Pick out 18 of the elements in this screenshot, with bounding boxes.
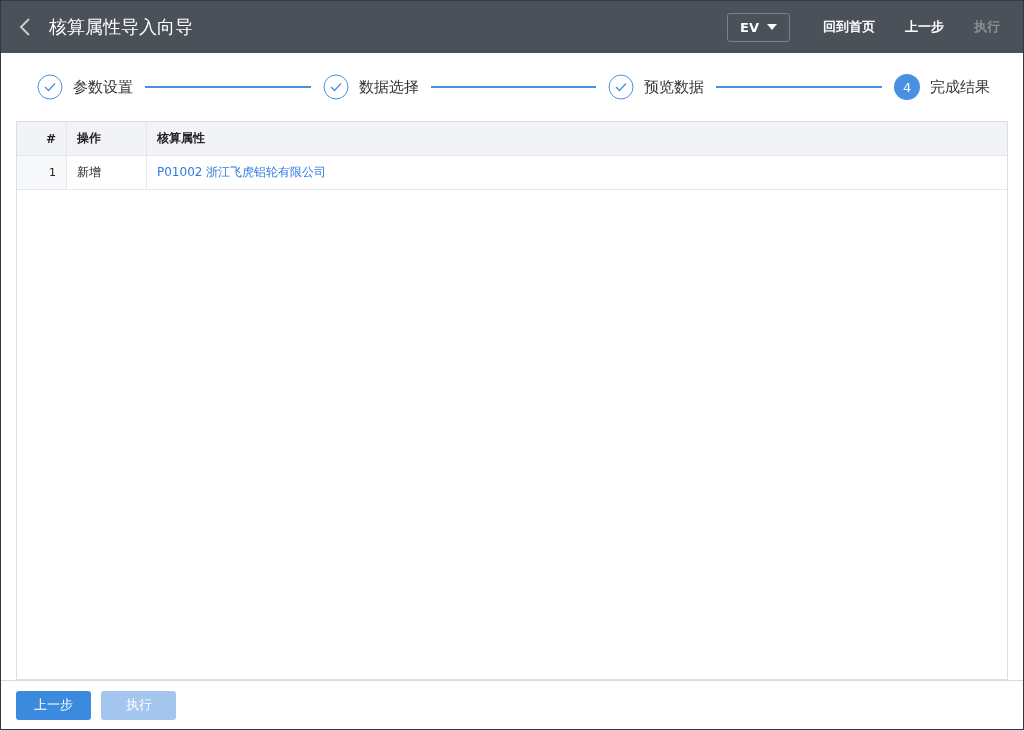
column-header: 操作 bbox=[67, 122, 147, 155]
column-header: # bbox=[17, 122, 67, 155]
step-label: 完成结果 bbox=[930, 77, 990, 97]
back-icon[interactable] bbox=[19, 17, 31, 37]
window-title: 核算属性导入向导 bbox=[49, 15, 193, 39]
header-action[interactable]: 回到首页 bbox=[812, 12, 886, 42]
attribute-link[interactable]: P01002 浙江飞虎铝轮有限公司 bbox=[147, 156, 1007, 189]
step-label: 参数设置 bbox=[73, 77, 133, 97]
caret-icon bbox=[767, 24, 777, 30]
step-label: 预览数据 bbox=[644, 77, 705, 97]
header-action[interactable]: 上一步 bbox=[894, 12, 955, 42]
step-number: 4 bbox=[894, 74, 920, 100]
footer-button[interactable]: 上一步 bbox=[16, 690, 91, 720]
table-cell: 新增 bbox=[67, 156, 147, 189]
column-header: 核算属性 bbox=[156, 130, 206, 147]
ledger-dropdown[interactable]: EV bbox=[727, 12, 790, 42]
step-label: 数据选择 bbox=[358, 77, 419, 97]
row-number: 1 bbox=[17, 156, 67, 189]
